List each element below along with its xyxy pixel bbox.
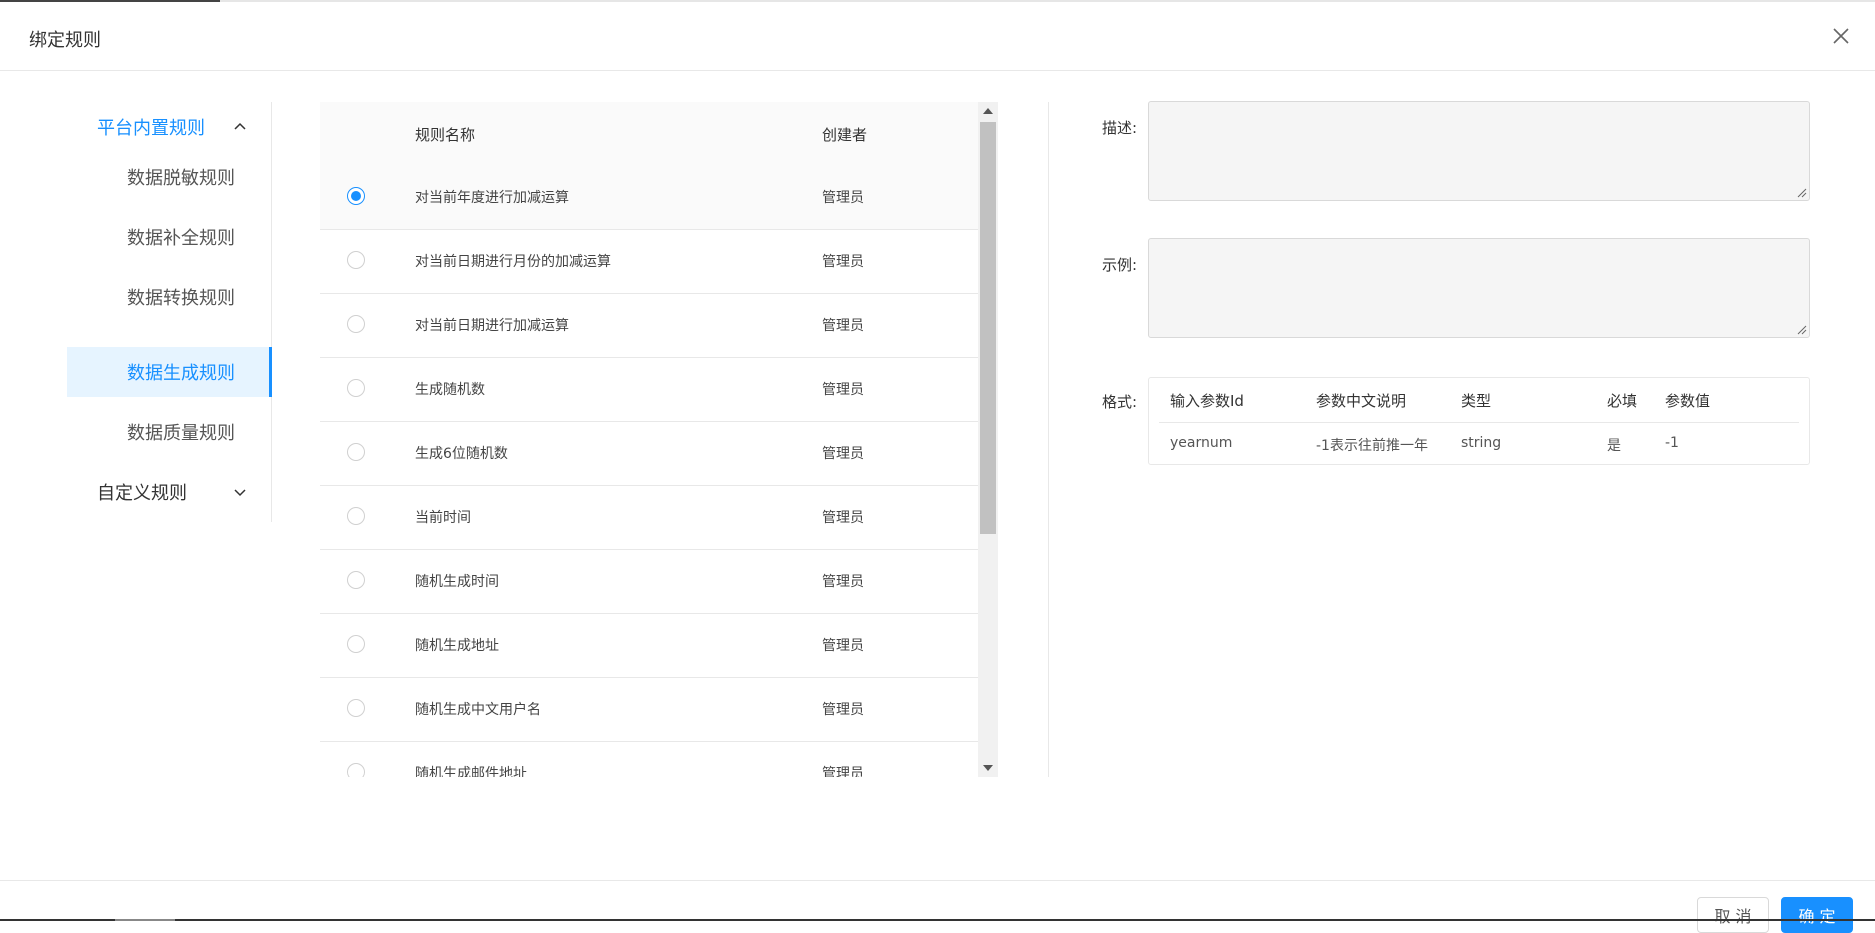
format-table-header: 输入参数Id 参数中文说明 类型 必填 参数值 [1159,378,1799,423]
cell-creator: 管理员 [822,510,864,526]
table-row[interactable]: 生成随机数 管理员 [320,358,978,422]
cell-rule-name: 随机生成时间 [415,574,499,590]
format-header-required: 必填 [1607,392,1638,410]
cell-creator: 管理员 [822,254,864,270]
cell-rule-name: 对当前日期进行加减运算 [415,318,569,334]
menu-item-desensitize[interactable]: 数据脱敏规则 [67,152,271,202]
table-row[interactable]: 随机生成时间 管理员 [320,550,978,614]
format-label: 格式: [1102,393,1138,411]
cell-creator: 管理员 [822,638,864,654]
menu-item-convert[interactable]: 数据转换规则 [67,272,271,322]
menu-group-custom[interactable]: 自定义规则 [67,467,271,517]
table-header: 规则名称 创建者 [320,102,978,167]
format-header-type: 类型 [1461,392,1492,410]
column-header-name: 规则名称 [415,126,476,144]
bind-rule-dialog: 绑定规则 平台内置规则 数据脱敏规则 数据补全规则 数据转换规则 数据生成规则 … [0,2,1875,933]
table-row[interactable]: 对当前日期进行月份的加减运算 管理员 [320,230,978,294]
chevron-up-icon [234,122,246,130]
menu-item-label: 数据脱敏规则 [127,168,235,189]
cell-rule-name: 随机生成中文用户名 [415,702,541,718]
chevron-down-icon [234,489,246,497]
row-radio[interactable] [347,763,365,777]
row-radio[interactable] [347,507,365,525]
format-table: 输入参数Id 参数中文说明 类型 必填 参数值 yearnum -1表示往前推一… [1148,377,1810,465]
table-row[interactable]: 当前时间 管理员 [320,486,978,550]
example-textarea[interactable] [1148,238,1810,338]
menu-item-label: 数据补全规则 [127,228,235,249]
close-icon[interactable] [1829,24,1853,48]
cell-creator: 管理员 [822,446,864,462]
table-scrollbar[interactable] [978,102,998,777]
desc-textarea[interactable] [1148,101,1810,201]
menu-item-quality[interactable]: 数据质量规则 [67,407,271,457]
table-row[interactable]: 对当前日期进行加减运算 管理员 [320,294,978,358]
cell-rule-name: 随机生成邮件地址 [415,766,527,777]
menu-item-label: 数据转换规则 [127,288,235,309]
cell-creator: 管理员 [822,190,864,206]
format-cell-param-desc: -1表示往前推一年 [1316,438,1428,454]
rules-table: 规则名称 创建者 对当前年度进行加减运算 管理员 对当前日期进行月份的加减运算 管理员… [320,102,998,777]
row-radio[interactable] [347,699,365,717]
column-header-creator: 创建者 [822,126,868,144]
row-radio[interactable] [347,571,365,589]
dialog-title: 绑定规则 [29,30,101,51]
confirm-button[interactable]: 确 定 [1781,897,1853,933]
format-table-row: yearnum -1表示往前推一年 string 是 -1 [1159,422,1799,466]
menu-item-label: 数据生成规则 [127,363,235,384]
format-cell-type: string [1461,435,1502,451]
format-cell-required: 是 [1607,438,1621,454]
menu-item-complete[interactable]: 数据补全规则 [67,212,271,262]
example-label: 示例: [1102,256,1138,274]
table-row[interactable]: 生成6位随机数 管理员 [320,422,978,486]
cell-rule-name: 生成随机数 [415,382,485,398]
table-row[interactable]: 随机生成中文用户名 管理员 [320,678,978,742]
resize-grip-icon[interactable] [1797,188,1807,198]
rule-category-menu: 平台内置规则 数据脱敏规则 数据补全规则 数据转换规则 数据生成规则 数据质量规… [67,102,272,522]
cell-creator: 管理员 [822,318,864,334]
format-cell-param-id: yearnum [1170,435,1233,451]
cell-rule-name: 随机生成地址 [415,638,499,654]
menu-group-builtin-label: 平台内置规则 [97,118,205,139]
dialog-footer: 取 消 确 定 [0,880,1875,933]
cell-rule-name: 当前时间 [415,510,471,526]
row-radio[interactable] [347,635,365,653]
menu-item-generate[interactable]: 数据生成规则 [67,347,272,397]
row-radio[interactable] [347,379,365,397]
table-row[interactable]: 随机生成邮件地址 管理员 [320,742,978,777]
cell-rule-name: 对当前日期进行月份的加减运算 [415,254,611,270]
row-radio[interactable] [347,315,365,333]
scroll-down-icon[interactable] [983,765,993,771]
row-radio[interactable] [347,251,365,269]
cell-creator: 管理员 [822,382,864,398]
table-row[interactable]: 对当前年度进行加减运算 管理员 [320,166,978,230]
resize-grip-icon[interactable] [1797,325,1807,335]
scrollbar-thumb[interactable] [980,122,996,534]
cell-rule-name: 生成6位随机数 [415,446,508,462]
scroll-up-icon[interactable] [983,108,993,114]
vertical-divider [1048,102,1049,777]
cancel-button[interactable]: 取 消 [1697,897,1769,933]
menu-item-label: 数据质量规则 [127,423,235,444]
table-row[interactable]: 随机生成地址 管理员 [320,614,978,678]
menu-group-custom-label: 自定义规则 [97,483,187,504]
desc-label: 描述: [1102,119,1138,137]
cell-creator: 管理员 [822,702,864,718]
cell-creator: 管理员 [822,766,864,777]
format-header-param-id: 输入参数Id [1170,392,1244,410]
cell-rule-name: 对当前年度进行加减运算 [415,190,569,206]
row-radio[interactable] [347,443,365,461]
dialog-header: 绑定规则 [0,2,1875,71]
format-cell-value: -1 [1665,435,1679,451]
menu-group-builtin[interactable]: 平台内置规则 [67,102,271,152]
row-radio[interactable] [347,187,365,205]
format-header-value: 参数值 [1665,392,1711,410]
format-header-param-desc: 参数中文说明 [1316,392,1407,410]
cell-creator: 管理员 [822,574,864,590]
